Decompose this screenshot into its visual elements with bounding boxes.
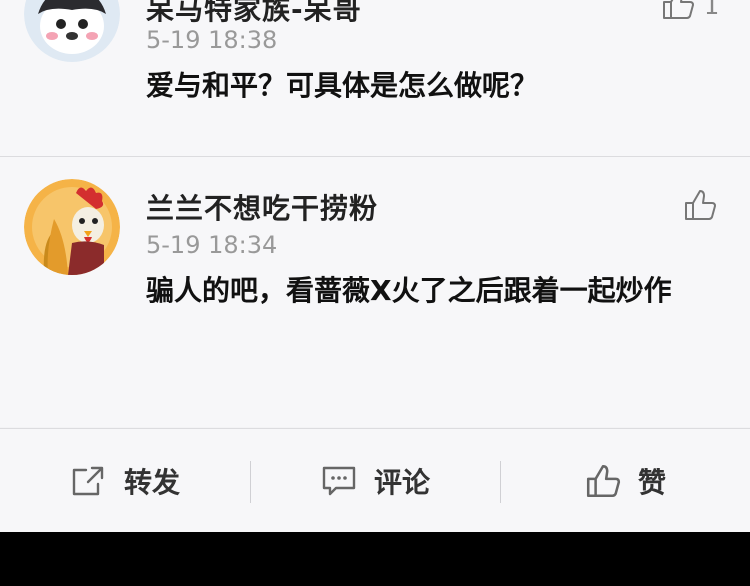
thumbs-up-icon[interactable] (660, 0, 696, 22)
share-icon (72, 466, 104, 496)
comment-username[interactable]: 呆马特家族-呆哥 (146, 0, 362, 28)
comment-username[interactable]: 兰兰不想吃干捞粉 (146, 187, 378, 227)
comment-button[interactable]: 评论 (250, 429, 500, 533)
like-count: 1 (704, 0, 720, 20)
like-label: 赞 (637, 466, 666, 499)
comment-screen: 呆马特家族-呆哥 5-19 18:38 爱与和平？可具体是怎么做呢？ 1 兰兰不… (0, 0, 750, 586)
comment-timestamp: 5-19 18:34 (146, 231, 278, 259)
like-button[interactable]: 赞 (500, 429, 750, 533)
comment-text: 爱与和平？可具体是怎么做呢？ (146, 69, 539, 102)
rooster-avatar-icon[interactable] (24, 179, 120, 275)
comment-item[interactable]: 呆马特家族-呆哥 5-19 18:38 爱与和平？可具体是怎么做呢？ 1 (0, 0, 750, 156)
comment-item[interactable]: 兰兰不想吃干捞粉 5-19 18:34 骗人的吧，看蔷薇X火了之后跟着一起炒作 (0, 157, 750, 427)
repost-label: 转发 (123, 466, 180, 499)
comment-label: 评论 (373, 466, 430, 499)
thumbs-up-icon[interactable] (682, 187, 718, 223)
comment-text: 骗人的吧，看蔷薇X火了之后跟着一起炒作 (146, 274, 672, 307)
comment-icon (322, 466, 356, 496)
action-bar: 转发 评论 赞 (0, 428, 750, 533)
comment-timestamp: 5-19 18:38 (146, 26, 278, 54)
bottom-black-bar (0, 532, 750, 586)
thumbs-up-icon (586, 464, 621, 498)
husky-dog-avatar-icon[interactable] (24, 0, 120, 62)
repost-button[interactable]: 转发 (0, 429, 250, 533)
